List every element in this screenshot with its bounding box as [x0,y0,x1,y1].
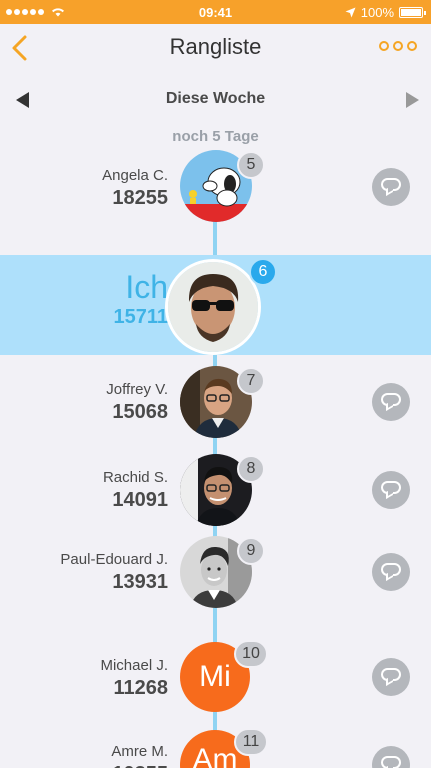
status-bar: 09:41 100% [0,0,431,24]
ranking-row-me[interactable]: Ich 15711 6 [0,255,431,355]
rank-badge: 6 [249,258,277,286]
week-switcher: Diese Woche [0,84,431,114]
player-name: Ich [125,269,168,305]
chat-bubble-icon[interactable] [372,553,410,591]
chat-bubble-icon[interactable] [372,168,410,206]
player-name: Paul-Edouard J. [60,551,168,568]
player-score: 14091 [112,489,168,511]
player-name: Angela C. [102,167,168,184]
player-score: 11268 [113,677,168,699]
chat-bubble-icon[interactable] [372,658,410,696]
player-name: Michael J. [100,657,168,674]
rank-badge: 11 [234,728,268,756]
ranking-row[interactable]: Paul-Edouard J. 13931 9 [0,536,431,616]
ranking-row[interactable]: Michael J. 11268 Mi 10 [0,640,431,720]
player-score: 15711 [113,306,168,328]
week-label: Diese Woche [165,90,266,107]
ranking-row[interactable]: Rachid S. 14091 8 [0,454,431,534]
location-arrow-icon [345,7,356,17]
player-name: Amre M. [111,743,168,760]
page-title: Rangliste [169,34,262,59]
battery-icon [399,6,426,18]
player-score: 13931 [112,571,168,593]
battery-percent: 100% [360,4,394,20]
player-score: 10355 [112,763,168,768]
rank-badge: 8 [237,455,265,483]
ranking-row[interactable]: Angela C. 18255 5 [0,150,431,230]
rank-badge: 5 [237,151,265,179]
rank-badge: 7 [237,367,265,395]
player-avatar [165,259,261,355]
ranking-row[interactable]: Amre M. 10355 Am 11 [0,728,431,768]
next-week-icon[interactable] [406,92,419,108]
rank-badge: 10 [234,640,268,668]
player-name: Joffrey V. [106,381,168,398]
player-score: 15068 [112,401,168,423]
navigation-bar: Rangliste [0,24,431,72]
chat-bubble-icon[interactable] [372,471,410,509]
ranking-row[interactable]: Joffrey V. 15068 7 [0,366,431,446]
rank-badge: 9 [237,537,265,565]
more-options-icon[interactable] [379,41,417,51]
days-remaining: noch 5 Tage [172,128,259,145]
chat-bubble-icon[interactable] [372,383,410,421]
chat-bubble-icon[interactable] [372,746,410,768]
player-name: Rachid S. [102,469,168,486]
player-score: 18255 [112,187,168,209]
